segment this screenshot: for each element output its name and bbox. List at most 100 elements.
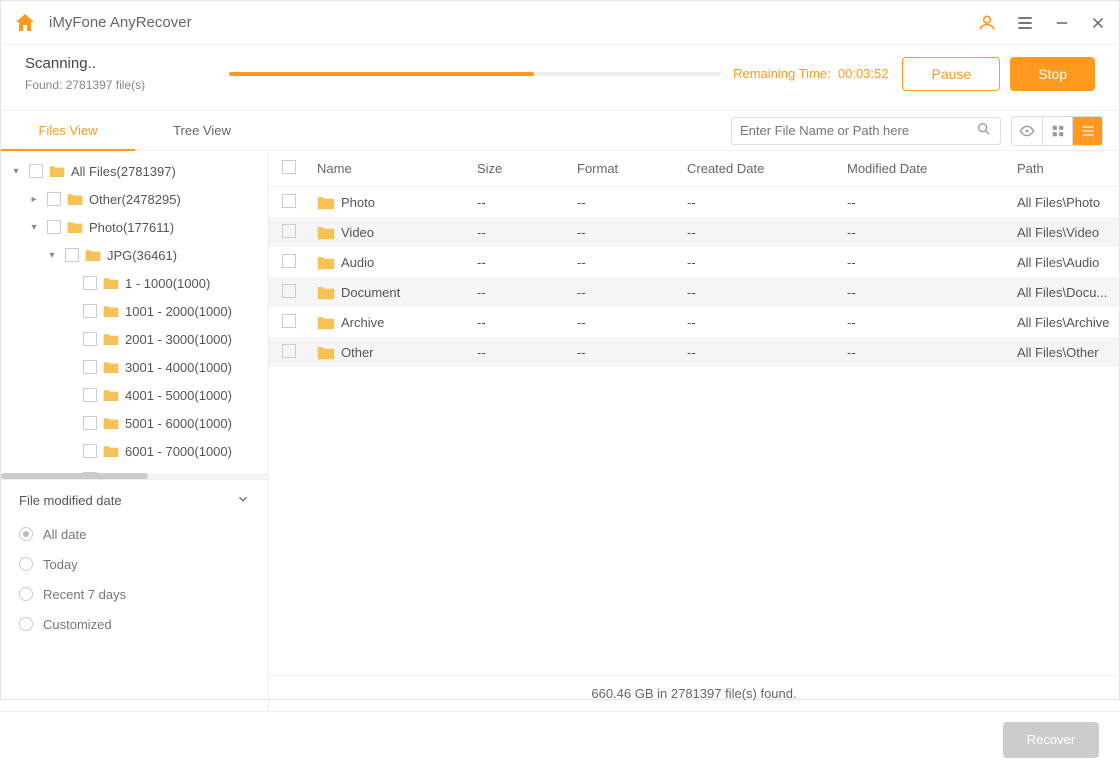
row-created: -- xyxy=(679,255,839,270)
radio-icon[interactable] xyxy=(19,587,33,601)
minimize-icon[interactable] xyxy=(1053,14,1071,32)
tree-checkbox[interactable] xyxy=(47,192,61,206)
table-row[interactable]: Video--------All Files\Video xyxy=(269,217,1119,247)
tree-item[interactable]: ▾JPG(36461) xyxy=(1,241,268,269)
row-name: Document xyxy=(341,285,400,300)
expand-arrow-icon[interactable]: ▾ xyxy=(9,166,23,177)
search-icon[interactable] xyxy=(976,121,992,140)
search-box[interactable] xyxy=(731,117,1001,145)
filter-option[interactable]: All date xyxy=(19,519,250,549)
row-checkbox[interactable] xyxy=(282,284,296,298)
tree-item[interactable]: 4001 - 5000(1000) xyxy=(1,381,268,409)
filter-option[interactable]: Today xyxy=(19,549,250,579)
tree-scrollbar[interactable] xyxy=(1,473,268,479)
search-input[interactable] xyxy=(740,123,976,138)
row-path: All Files\Video xyxy=(1009,225,1119,240)
row-checkbox[interactable] xyxy=(282,194,296,208)
row-name: Audio xyxy=(341,255,374,270)
tab-files-view[interactable]: Files View xyxy=(1,111,135,151)
row-format: -- xyxy=(569,225,679,240)
col-name[interactable]: Name xyxy=(309,161,469,176)
tree-item[interactable]: 1001 - 2000(1000) xyxy=(1,297,268,325)
tree-checkbox[interactable] xyxy=(83,444,97,458)
radio-icon[interactable] xyxy=(19,527,33,541)
recover-button[interactable]: Recover xyxy=(1003,722,1099,758)
tree-checkbox[interactable] xyxy=(83,276,97,290)
tree-checkbox[interactable] xyxy=(83,304,97,318)
tree-item[interactable]: ▸ Other(2478295) xyxy=(1,185,268,213)
tree-item[interactable]: 2001 - 3000(1000) xyxy=(1,325,268,353)
col-modified[interactable]: Modified Date xyxy=(839,161,1009,176)
table-header: Name Size Format Created Date Modified D… xyxy=(269,151,1119,187)
row-checkbox[interactable] xyxy=(282,254,296,268)
expand-arrow-icon[interactable]: ▾ xyxy=(27,222,41,233)
expand-arrow-icon[interactable]: ▸ xyxy=(27,194,41,205)
tree-checkbox[interactable] xyxy=(83,388,97,402)
scan-found: Found: 2781397 file(s) xyxy=(25,78,215,92)
view-preview-button[interactable] xyxy=(1012,117,1042,145)
filter-option-label: Recent 7 days xyxy=(43,587,126,602)
pause-button[interactable]: Pause xyxy=(902,57,1000,91)
row-path: All Files\Docu... xyxy=(1009,285,1119,300)
filter-option[interactable]: Customized xyxy=(19,609,250,639)
file-tree[interactable]: ▾All Files(2781397) ▸ Other(2478295) ▾Photo… xyxy=(1,151,268,479)
tree-item[interactable]: ▾Photo(177611) xyxy=(1,213,268,241)
select-all-checkbox[interactable] xyxy=(282,160,296,174)
row-name: Video xyxy=(341,225,374,240)
progress-bar xyxy=(229,72,721,76)
user-icon[interactable] xyxy=(977,13,997,33)
row-modified: -- xyxy=(839,255,1009,270)
tree-checkbox[interactable] xyxy=(47,220,61,234)
row-checkbox[interactable] xyxy=(282,344,296,358)
row-size: -- xyxy=(469,315,569,330)
table-row[interactable]: Document--------All Files\Docu... xyxy=(269,277,1119,307)
filter-panel: File modified date All dateToday Recent 7… xyxy=(1,479,268,651)
table-row[interactable]: Other--------All Files\Other xyxy=(269,337,1119,367)
chevron-down-icon xyxy=(236,492,250,509)
table-row[interactable]: Archive--------All Files\Archive xyxy=(269,307,1119,337)
home-icon[interactable] xyxy=(13,11,37,35)
table-row[interactable]: Photo--------All Files\Photo xyxy=(269,187,1119,217)
col-created[interactable]: Created Date xyxy=(679,161,839,176)
view-list-button[interactable] xyxy=(1072,117,1102,145)
tree-checkbox[interactable] xyxy=(29,164,43,178)
tab-tree-view[interactable]: Tree View xyxy=(135,111,269,151)
row-created: -- xyxy=(679,225,839,240)
row-size: -- xyxy=(469,255,569,270)
tree-checkbox[interactable] xyxy=(83,360,97,374)
filter-option[interactable]: Recent 7 days xyxy=(19,579,250,609)
row-format: -- xyxy=(569,255,679,270)
menu-icon[interactable] xyxy=(1015,13,1035,33)
row-checkbox[interactable] xyxy=(282,314,296,328)
radio-icon[interactable] xyxy=(19,617,33,631)
row-created: -- xyxy=(679,195,839,210)
col-size[interactable]: Size xyxy=(469,161,569,176)
expand-arrow-icon[interactable]: ▾ xyxy=(45,250,59,261)
tree-item-label: Other(2478295) xyxy=(89,192,181,207)
filter-header[interactable]: File modified date xyxy=(19,492,250,509)
close-icon[interactable] xyxy=(1089,14,1107,32)
tree-checkbox[interactable] xyxy=(65,248,79,262)
row-format: -- xyxy=(569,345,679,360)
row-name: Photo xyxy=(341,195,375,210)
row-modified: -- xyxy=(839,195,1009,210)
tree-item[interactable]: ▾All Files(2781397) xyxy=(1,157,268,185)
tree-checkbox[interactable] xyxy=(83,332,97,346)
col-path[interactable]: Path xyxy=(1009,161,1119,176)
radio-icon[interactable] xyxy=(19,557,33,571)
titlebar: iMyFone AnyRecover xyxy=(1,1,1119,45)
tree-item[interactable]: 1 - 1000(1000) xyxy=(1,269,268,297)
table-row[interactable]: Audio--------All Files\Audio xyxy=(269,247,1119,277)
tree-item[interactable]: 5001 - 6000(1000) xyxy=(1,409,268,437)
tree-item[interactable]: 3001 - 4000(1000) xyxy=(1,353,268,381)
view-grid-button[interactable] xyxy=(1042,117,1072,145)
row-size: -- xyxy=(469,285,569,300)
tree-checkbox[interactable] xyxy=(83,416,97,430)
stop-button[interactable]: Stop xyxy=(1010,57,1095,91)
row-checkbox[interactable] xyxy=(282,224,296,238)
row-path: All Files\Audio xyxy=(1009,255,1119,270)
tree-item-label: 5001 - 6000(1000) xyxy=(125,416,232,431)
row-created: -- xyxy=(679,285,839,300)
col-format[interactable]: Format xyxy=(569,161,679,176)
tree-item[interactable]: 6001 - 7000(1000) xyxy=(1,437,268,465)
